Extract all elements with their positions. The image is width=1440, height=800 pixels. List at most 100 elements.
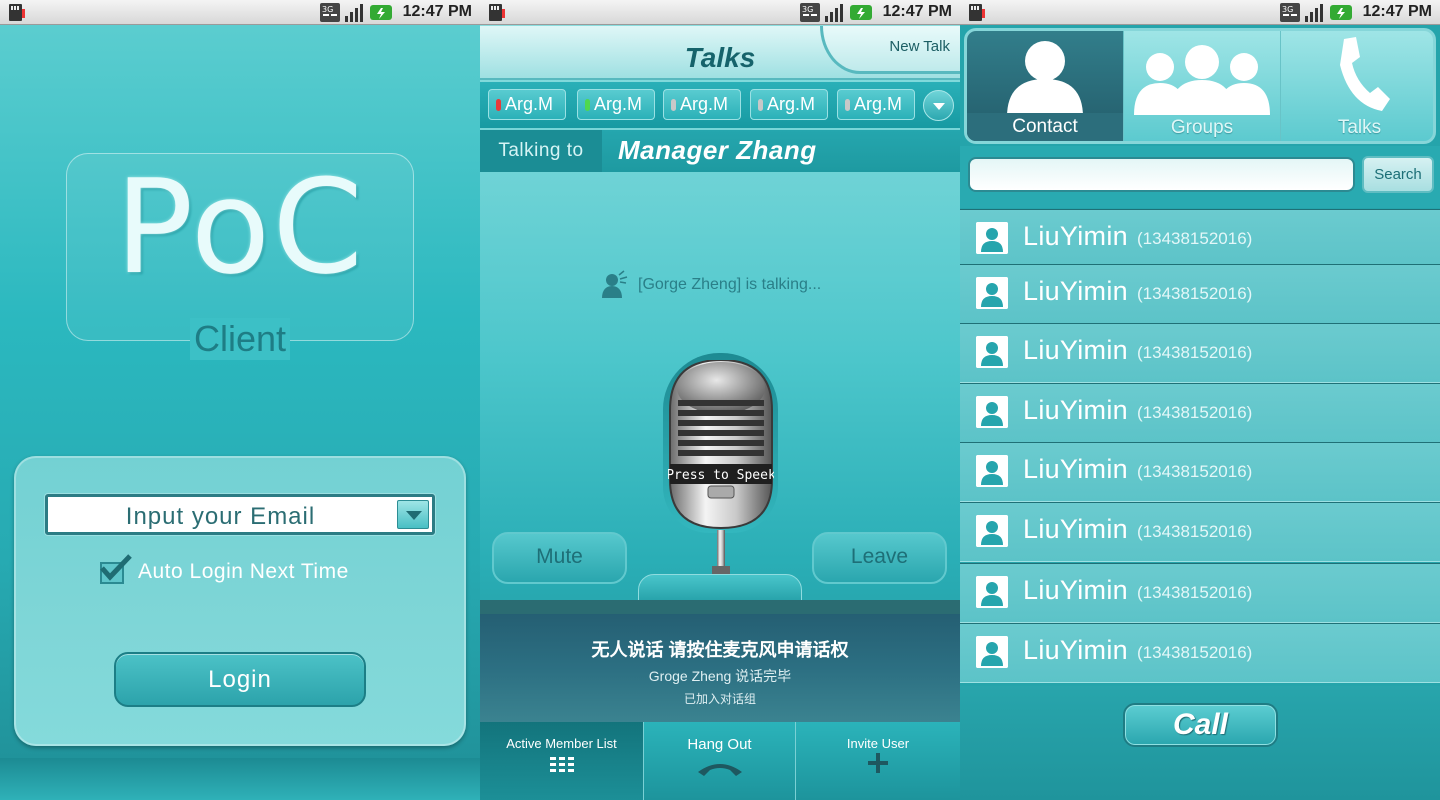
talk-tab-label: Arg.M (594, 94, 643, 114)
talk-tab[interactable]: Arg.M (837, 89, 915, 120)
list-item[interactable]: LiuYimin (13438152016) (960, 383, 1440, 443)
hang-out-button[interactable]: Hang Out (644, 722, 796, 800)
search-input[interactable] (968, 157, 1355, 192)
sd-card-icon (489, 4, 505, 21)
status-indicator (758, 99, 763, 111)
contact-avatar-icon (976, 336, 1008, 368)
talking-status: [Gorge Zheng] is talking... (600, 270, 821, 300)
leave-button[interactable]: Leave (812, 532, 947, 584)
bottom-band (0, 758, 480, 800)
button-label: Active Member List (506, 736, 617, 751)
talk-tab[interactable]: Arg.M (488, 89, 566, 120)
login-button[interactable]: Login (114, 652, 366, 707)
auto-login-checkbox[interactable]: Auto Login Next Time (96, 554, 349, 586)
contact-avatar-icon (976, 576, 1008, 608)
contact-phone: (13438152016) (1137, 583, 1253, 602)
status-indicator (845, 99, 850, 111)
talk-tab-label: Arg.M (505, 94, 554, 114)
list-item[interactable]: LiuYimin (13438152016) (960, 442, 1440, 502)
tab-talks[interactable]: Talks (1281, 31, 1433, 141)
list-item[interactable]: LiuYimin (13438152016) (960, 502, 1440, 562)
contact-name: LiuYimin (1023, 395, 1128, 425)
contact-avatar-icon (976, 455, 1008, 487)
contact-name: LiuYimin (1023, 635, 1128, 665)
contact-phone: (13438152016) (1137, 522, 1253, 541)
list-item[interactable]: LiuYimin (13438152016) (960, 209, 1440, 269)
checkbox[interactable] (96, 554, 132, 586)
talking-to-label: Talking to (480, 130, 602, 172)
list-item[interactable]: LiuYimin (13438152016) (960, 264, 1440, 324)
status-bar: 3G 12:47 PM (0, 0, 480, 25)
status-bar: 3G 12:47 PM (480, 0, 960, 25)
auto-login-label: Auto Login Next Time (138, 560, 349, 583)
contact-avatar-icon (976, 636, 1008, 668)
contact-phone: (13438152016) (1137, 462, 1253, 481)
more-tabs-dropdown[interactable] (923, 90, 954, 121)
login-screen: 3G 12:47 PM PoC Client Input your Email … (0, 0, 480, 800)
contact-phone: (13438152016) (1137, 229, 1253, 248)
list-item[interactable]: LiuYimin (13438152016) (960, 623, 1440, 683)
contact-name: LiuYimin (1023, 221, 1128, 251)
microphone-icon[interactable]: Press to Speek (668, 360, 774, 578)
tab-label: Talks (1337, 117, 1382, 138)
contact-name: LiuYimin (1023, 276, 1128, 306)
tab-label: Contact (967, 113, 1123, 141)
info-line-3: 已加入对话组 (683, 692, 756, 706)
info-line-1: 无人说话 请按住麦克风申请话权 (591, 640, 849, 660)
3g-icon: 3G (1280, 3, 1300, 22)
battery-icon (1330, 5, 1352, 20)
contact-phone: (13438152016) (1137, 343, 1253, 362)
status-time: 12:47 PM (882, 3, 952, 20)
mute-button[interactable]: Mute (492, 532, 627, 584)
button-label: Invite User (846, 736, 910, 751)
list-item[interactable]: LiuYimin (13438152016) (960, 323, 1440, 383)
contact-phone: (13438152016) (1137, 403, 1253, 422)
talk-tab[interactable]: Arg.M (663, 89, 741, 120)
speaker-person-icon (602, 270, 628, 298)
signal-icon (345, 4, 363, 22)
plus-icon (868, 753, 888, 773)
3g-icon: 3G (320, 3, 340, 22)
status-indicator (585, 99, 590, 111)
checkmark-icon (100, 554, 132, 581)
main-tab-bar: Contact Groups Talks (964, 28, 1436, 144)
3g-icon: 3G (800, 3, 820, 22)
page-title: Talks (684, 42, 756, 73)
list-item[interactable]: LiuYimin (13438152016) (960, 563, 1440, 623)
sd-card-icon (9, 4, 25, 21)
contact-avatar-icon (976, 515, 1008, 547)
signal-icon (825, 4, 843, 22)
talking-to-name: Manager Zhang (618, 135, 817, 165)
contact-name: LiuYimin (1023, 454, 1128, 484)
call-button[interactable]: Call (1123, 703, 1278, 747)
tab-contact[interactable]: Contact (967, 31, 1124, 141)
signal-icon (1305, 4, 1323, 22)
contact-avatar-icon (976, 222, 1008, 254)
tab-groups[interactable]: Groups (1124, 31, 1281, 141)
contacts-screen: 3G 12:47 PM Contact Groups Talks Search … (960, 0, 1440, 800)
app-logo-subtitle: Client (190, 318, 290, 360)
talk-tab[interactable]: Arg.M (577, 89, 655, 120)
talk-tab[interactable]: Arg.M (750, 89, 828, 120)
tab-label: Groups (1170, 117, 1234, 138)
app-logo: PoC (114, 151, 366, 303)
active-member-list-button[interactable]: Active Member List (480, 722, 644, 800)
status-indicator (671, 99, 676, 111)
list-icon (549, 757, 574, 772)
contact-name: LiuYimin (1023, 575, 1128, 605)
status-indicator (496, 99, 501, 111)
talk-tab-label: Arg.M (680, 94, 729, 114)
battery-icon (850, 5, 872, 20)
contact-name: LiuYimin (1023, 514, 1128, 544)
button-label: Hang Out (687, 736, 752, 753)
search-button[interactable]: Search (1362, 156, 1434, 193)
invite-user-button[interactable]: Invite User (796, 722, 960, 800)
email-field[interactable]: Input your Email (45, 494, 435, 535)
info-line-2: Groge Zheng 说话完毕 (648, 668, 792, 684)
status-time: 12:47 PM (1362, 3, 1432, 20)
phone-icon (1339, 37, 1390, 111)
email-dropdown-button[interactable] (397, 500, 429, 529)
group-icon (1134, 45, 1270, 115)
contact-name: LiuYimin (1023, 335, 1128, 365)
svg-text:3G: 3G (802, 5, 813, 14)
